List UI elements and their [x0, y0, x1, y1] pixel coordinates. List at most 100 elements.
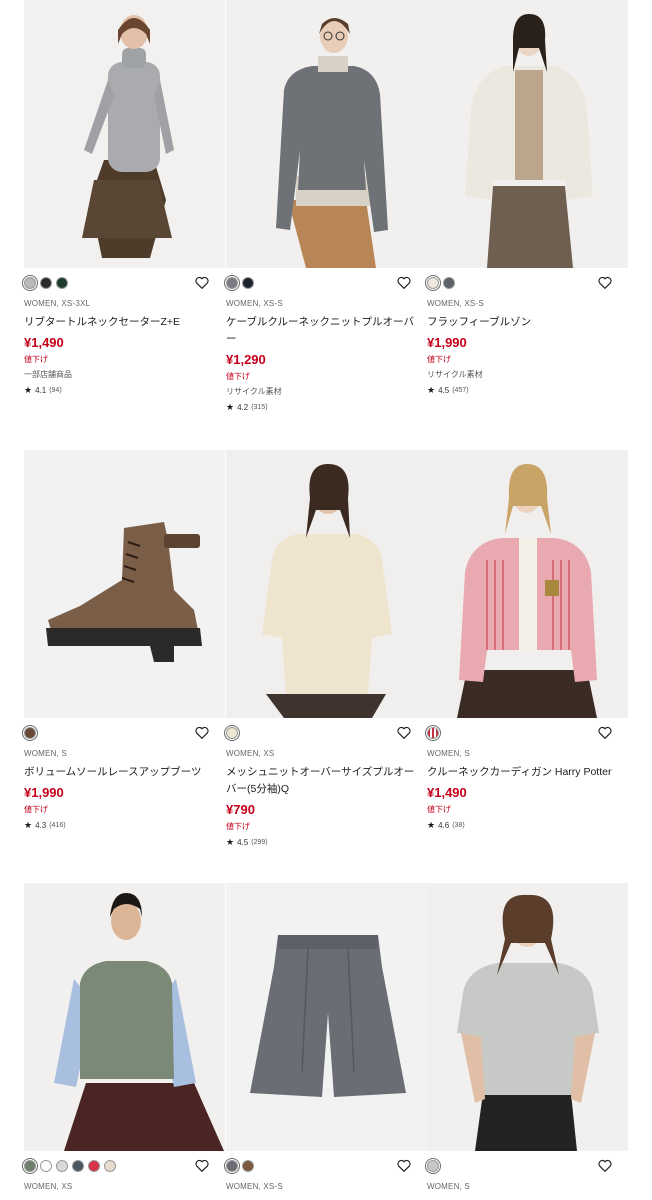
product-name[interactable]: ボリュームソールレースアップブーツ — [24, 764, 225, 781]
color-swatches — [425, 1158, 441, 1174]
product-note: 一部店舗商品 — [24, 370, 72, 379]
heart-icon[interactable] — [195, 276, 209, 289]
color-swatch[interactable] — [104, 1160, 116, 1172]
product-image[interactable] — [427, 0, 628, 268]
product-price: ¥1,490 — [427, 785, 467, 800]
product-rating: ★ 4.2 (315) — [226, 402, 427, 413]
color-swatches — [425, 275, 455, 291]
product-image[interactable] — [226, 0, 427, 268]
price-tag: 値下げ — [226, 822, 250, 831]
color-swatch[interactable] — [224, 1158, 240, 1174]
color-swatch[interactable] — [224, 725, 240, 741]
rating-value: 4.5 — [438, 386, 450, 395]
color-swatch[interactable] — [425, 1158, 441, 1174]
color-swatch[interactable] — [242, 277, 254, 289]
price-tag: 値下げ — [427, 805, 451, 814]
heart-icon[interactable] — [397, 1159, 411, 1172]
product-price: ¥1,290 — [226, 352, 266, 367]
product-card[interactable]: WOMEN, XS-3XL リブタートルネックセーターZ+E ¥1,490 値下… — [22, 0, 225, 396]
color-swatches — [22, 1158, 116, 1174]
heart-icon[interactable] — [397, 726, 411, 739]
product-image[interactable] — [24, 450, 225, 718]
product-meta: WOMEN, S — [427, 1182, 470, 1191]
product-card[interactable]: WOMEN, XS-S ケーブルクルーネックニットプルオーバー ¥1,290 値… — [224, 0, 427, 413]
color-swatch[interactable] — [425, 725, 441, 741]
product-meta: WOMEN, XS — [226, 749, 275, 758]
price-tag: 値下げ — [226, 372, 250, 381]
color-swatch[interactable] — [22, 725, 38, 741]
color-swatch[interactable] — [22, 1158, 38, 1174]
heart-icon[interactable] — [195, 726, 209, 739]
star-icon: ★ — [226, 837, 235, 847]
rating-count: (315) — [251, 404, 268, 411]
rating-count: (457) — [452, 387, 469, 394]
color-swatch[interactable] — [224, 275, 240, 291]
product-rating: ★ 4.5 (457) — [427, 385, 628, 396]
product-image[interactable] — [226, 883, 427, 1151]
heart-icon[interactable] — [598, 1159, 612, 1172]
product-meta: WOMEN, XS-3XL — [24, 299, 91, 308]
product-meta: WOMEN, S — [24, 749, 67, 758]
color-swatches — [224, 725, 240, 741]
product-meta: WOMEN, XS — [24, 1182, 73, 1191]
product-name[interactable]: メッシュニットオーバーサイズプルオーバー(5分袖)Q — [226, 764, 427, 798]
color-swatch[interactable] — [72, 1160, 84, 1172]
product-name[interactable]: クルーネックカーディガン Harry Potter — [427, 764, 628, 781]
price-tag: 値下げ — [24, 805, 48, 814]
color-swatch[interactable] — [22, 275, 38, 291]
product-card[interactable]: WOMEN, XS — [22, 883, 225, 1191]
product-rating: ★ 4.5 (299) — [226, 837, 427, 848]
product-meta: WOMEN, XS-S — [226, 1182, 283, 1191]
product-card[interactable]: WOMEN, S — [425, 883, 628, 1191]
color-swatches — [224, 275, 254, 291]
product-meta: WOMEN, XS-S — [427, 299, 484, 308]
heart-icon[interactable] — [598, 726, 612, 739]
product-name[interactable]: ケーブルクルーネックニットプルオーバー — [226, 314, 427, 348]
product-card[interactable]: WOMEN, S ボリュームソールレースアップブーツ ¥1,990 値下げ ★ … — [22, 450, 225, 831]
product-price: ¥1,490 — [24, 335, 64, 350]
color-swatch[interactable] — [40, 277, 52, 289]
rating-value: 4.3 — [35, 821, 47, 830]
product-image[interactable] — [427, 883, 628, 1151]
product-rating: ★ 4.6 (38) — [427, 820, 628, 831]
product-card[interactable]: WOMEN, S クルーネックカーディガン Harry Potter ¥1,49… — [425, 450, 628, 831]
product-image[interactable] — [24, 883, 225, 1151]
rating-count: (94) — [49, 387, 62, 394]
color-swatches — [425, 725, 441, 741]
product-card[interactable]: WOMEN, XS-S — [224, 883, 427, 1191]
color-swatch[interactable] — [40, 1160, 52, 1172]
product-price: ¥1,990 — [427, 335, 467, 350]
product-price: ¥790 — [226, 802, 255, 817]
product-note: リサイクル素材 — [427, 370, 483, 379]
product-image[interactable] — [24, 0, 225, 268]
rating-count: (416) — [49, 822, 66, 829]
product-card[interactable]: WOMEN, XS メッシュニットオーバーサイズプルオーバー(5分袖)Q ¥79… — [224, 450, 427, 848]
heart-icon[interactable] — [397, 276, 411, 289]
product-card[interactable]: WOMEN, XS-S フラッフィーブルゾン ¥1,990 値下げ リサイクル素… — [425, 0, 628, 396]
heart-icon[interactable] — [598, 276, 612, 289]
color-swatch[interactable] — [88, 1160, 100, 1172]
product-rating: ★ 4.1 (94) — [24, 385, 225, 396]
color-swatch[interactable] — [425, 275, 441, 291]
star-icon: ★ — [226, 402, 235, 412]
color-swatches — [224, 1158, 254, 1174]
star-icon: ★ — [24, 385, 33, 395]
color-swatch[interactable] — [56, 277, 68, 289]
color-swatch[interactable] — [56, 1160, 68, 1172]
star-icon: ★ — [24, 820, 33, 830]
price-tag: 値下げ — [24, 355, 48, 364]
price-tag: 値下げ — [427, 355, 451, 364]
rating-value: 4.5 — [237, 838, 249, 847]
product-price: ¥1,990 — [24, 785, 64, 800]
product-name[interactable]: リブタートルネックセーターZ+E — [24, 314, 225, 331]
heart-icon[interactable] — [195, 1159, 209, 1172]
star-icon: ★ — [427, 385, 436, 395]
color-swatch[interactable] — [242, 1160, 254, 1172]
product-note: リサイクル素材 — [226, 387, 282, 396]
product-name[interactable]: フラッフィーブルゾン — [427, 314, 628, 331]
color-swatches — [22, 725, 38, 741]
rating-count: (299) — [251, 839, 268, 846]
product-image[interactable] — [427, 450, 628, 718]
color-swatch[interactable] — [443, 277, 455, 289]
product-image[interactable] — [226, 450, 427, 718]
